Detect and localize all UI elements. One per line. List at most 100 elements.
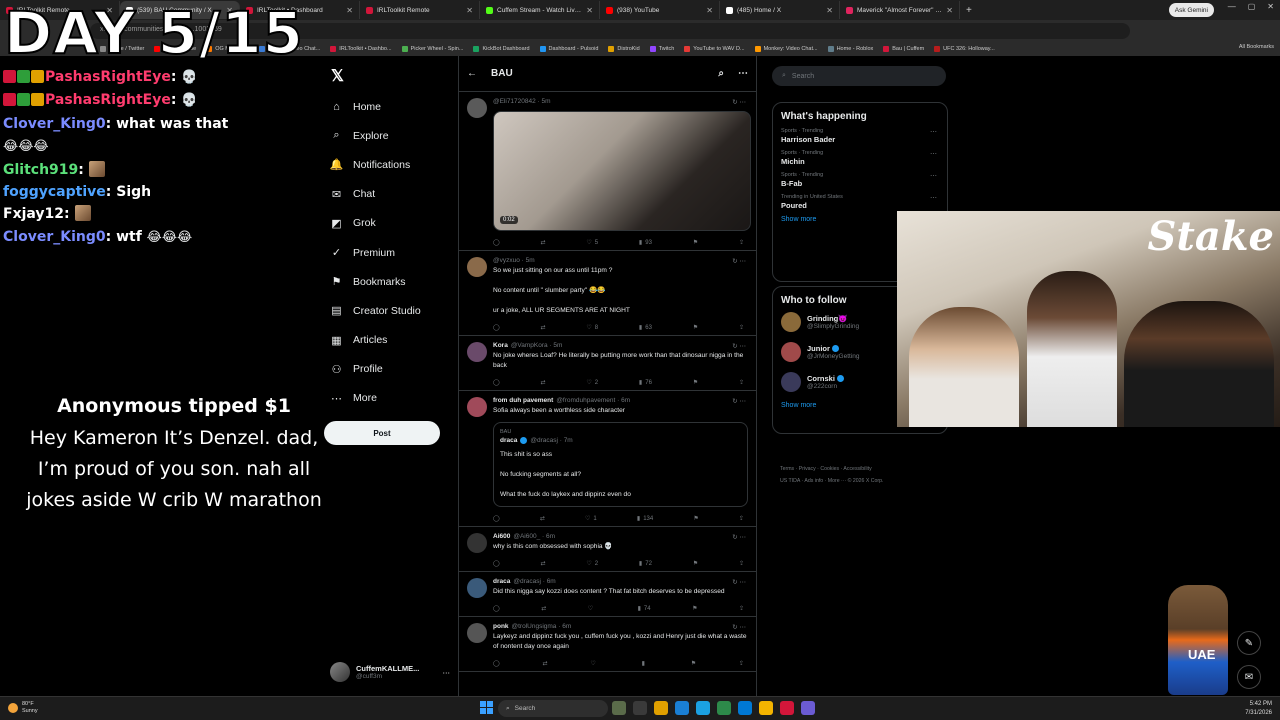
share-icon[interactable]: ⇪ — [739, 515, 744, 522]
tweet[interactable]: ↻ ⋯ from duh pavement @fromduhpavement · 6… — [459, 391, 756, 527]
quoted-tweet[interactable]: BAU draca @dracasj · 7m This shit is so ass… — [493, 422, 748, 507]
trend-item[interactable]: Sports · Trending Harrison Bader ⋯ — [781, 128, 939, 144]
close-window-icon[interactable]: ✕ — [1267, 2, 1274, 11]
tweet-handle[interactable]: @Ai600_ · 6m — [513, 533, 555, 540]
retweet-icon[interactable]: ⇄ — [540, 515, 545, 522]
like-button[interactable]: ♡ 2 — [586, 379, 598, 387]
tweet-avatar[interactable] — [467, 397, 487, 417]
task-view-icon[interactable] — [633, 701, 647, 715]
nav-item-articles[interactable]: ▦ Articles — [330, 326, 455, 355]
tweet[interactable]: ↻ ⋯ Ai600 @Ai600_ · 6m why is this com obse… — [459, 527, 756, 572]
nav-item-more[interactable]: ⋯ More — [330, 384, 455, 413]
tweet-avatar[interactable] — [467, 98, 487, 118]
tab-close-icon[interactable]: ✕ — [346, 6, 353, 15]
nav-item-premium[interactable]: ✓ Premium — [330, 238, 455, 267]
tweet-avatar[interactable] — [467, 623, 487, 643]
trend-more-icon[interactable]: ⋯ — [930, 194, 937, 202]
trend-item[interactable]: Sports · Trending Michin ⋯ — [781, 150, 939, 166]
tweet-handle[interactable]: @Eli71720842 · 5m — [493, 98, 551, 105]
discord-icon[interactable] — [801, 701, 815, 715]
system-clock[interactable]: 5:42 PM 7/31/2026 — [1245, 700, 1272, 718]
retweet-icon[interactable]: ⇄ — [543, 660, 548, 667]
bookmark-item[interactable]: UFC 326: Holloway... — [934, 46, 995, 52]
trend-item[interactable]: Trending in United States Poured ⋯ — [781, 194, 939, 210]
like-button[interactable]: ♡ — [588, 605, 596, 612]
bookmark-item[interactable]: Monkey: Video Chat... — [754, 46, 818, 52]
retweet-icon[interactable]: ⇄ — [541, 379, 546, 386]
tab-close-icon[interactable]: ✕ — [586, 6, 593, 15]
nav-item-notifications[interactable]: 🔔 Notifications — [330, 150, 455, 179]
tweet[interactable]: ↻ ⋯ ponk @trolUngsigma · 6m Laykeyz and dip… — [459, 617, 756, 672]
tweet-more-icon[interactable]: ↻ ⋯ — [732, 578, 746, 586]
tweet[interactable]: ↻ ⋯ Kora @VampKora · 5m No joke wheres Loaf… — [459, 336, 756, 391]
tab-close-icon[interactable]: ✕ — [706, 6, 713, 15]
views-button[interactable]: ▮ 72 — [639, 560, 652, 568]
views-button[interactable]: ▮ 134 — [637, 515, 653, 523]
reply-icon[interactable]: ◯ — [493, 324, 500, 331]
views-button[interactable]: ▮ 93 — [639, 239, 652, 247]
reply-icon[interactable]: ◯ — [493, 515, 500, 522]
ask-gemini-button[interactable]: Ask Gemini — [1168, 3, 1214, 17]
retweet-icon[interactable]: ⇄ — [541, 324, 546, 331]
tweet-author-name[interactable]: draca — [493, 578, 510, 585]
like-button[interactable]: ♡ — [590, 660, 598, 667]
bookmark-icon[interactable]: ⚑ — [691, 660, 696, 667]
new-tab-button[interactable]: + — [960, 5, 978, 16]
tweet-avatar[interactable] — [467, 257, 487, 277]
tweet[interactable]: ↻ ⋯ draca @dracasj · 6m Did this nigga say … — [459, 572, 756, 617]
nav-item-explore[interactable]: ⌕ Explore — [330, 121, 455, 150]
trend-item[interactable]: Sports · Trending B-Fab ⋯ — [781, 172, 939, 188]
trend-more-icon[interactable]: ⋯ — [930, 150, 937, 158]
tweet[interactable]: ↻ ⋯ @vyzxuo · 5m So we just sitting on our… — [459, 251, 756, 336]
taskbar-search[interactable]: ⌕ Search — [498, 700, 608, 717]
store-icon[interactable] — [696, 701, 710, 715]
game-app-icon[interactable] — [612, 701, 626, 715]
reply-icon[interactable]: ◯ — [493, 560, 500, 567]
browser-tab[interactable]: (938) YouTube ✕ — [600, 1, 720, 19]
trend-more-icon[interactable]: ⋯ — [930, 172, 937, 180]
tweet-handle[interactable]: @fromduhpavement · 6m — [556, 397, 630, 404]
tab-close-icon[interactable]: ✕ — [466, 6, 473, 15]
back-arrow-icon[interactable]: ← — [467, 68, 477, 79]
share-icon[interactable]: ⇪ — [739, 324, 744, 331]
reply-icon[interactable]: ◯ — [493, 660, 500, 667]
tweet-more-icon[interactable]: ↻ ⋯ — [732, 257, 746, 265]
all-bookmarks-button[interactable]: All Bookmarks — [1239, 44, 1274, 50]
bookmark-item[interactable]: YouTube to WAV D... — [684, 46, 745, 52]
nav-item-chat[interactable]: ✉ Chat — [330, 180, 455, 209]
nav-item-creator-studio[interactable]: ▤ Creator Studio — [330, 296, 455, 325]
tab-close-icon[interactable]: ✕ — [946, 6, 953, 15]
browser-tab[interactable]: (485) Home / X ✕ — [720, 1, 840, 19]
windows-start-icon[interactable] — [480, 701, 493, 714]
tweet-author-name[interactable]: Kora — [493, 342, 508, 349]
more-options-icon[interactable]: ⋯ — [738, 68, 748, 79]
browser-tab[interactable]: Cuffem Stream - Watch Live on ✕ — [480, 1, 600, 19]
share-icon[interactable]: ⇪ — [739, 560, 744, 567]
bookmark-icon[interactable]: ⚑ — [693, 379, 698, 386]
footer-line[interactable]: US TIDA · Ads info · More ··· © 2026 X C… — [780, 475, 940, 487]
tweet-author-name[interactable]: from duh pavement — [493, 397, 553, 404]
bookmark-item[interactable]: Bau | Cuffem — [883, 46, 924, 52]
maximize-icon[interactable]: ▢ — [1248, 2, 1256, 11]
nav-item-home[interactable]: ⌂ Home — [330, 92, 455, 121]
reply-icon[interactable]: ◯ — [493, 379, 500, 386]
tweet-more-icon[interactable]: ↻ ⋯ — [732, 623, 746, 631]
tweet-author-name[interactable]: ponk — [493, 623, 509, 630]
tweet-more-icon[interactable]: ↻ ⋯ — [732, 397, 746, 405]
views-button[interactable]: ▮ — [642, 660, 648, 667]
edge-icon[interactable] — [675, 701, 689, 715]
reply-icon[interactable]: ◯ — [493, 239, 500, 246]
trend-more-icon[interactable]: ⋯ — [930, 128, 937, 136]
views-button[interactable]: ▮ 76 — [639, 379, 652, 387]
tab-close-icon[interactable]: ✕ — [826, 6, 833, 15]
tweet-avatar[interactable] — [467, 533, 487, 553]
share-icon[interactable]: ⇪ — [739, 379, 744, 386]
account-more-icon[interactable]: ⋯ — [443, 668, 451, 677]
retweet-icon[interactable]: ⇄ — [541, 560, 546, 567]
retweet-icon[interactable]: ⇄ — [541, 605, 546, 612]
share-icon[interactable]: ⇪ — [739, 239, 744, 246]
tweet-handle[interactable]: @dracasj · 6m — [513, 578, 555, 585]
mail-icon[interactable] — [738, 701, 752, 715]
browser-tab[interactable]: Maverick "Almost Forever" EP ✕ — [840, 1, 960, 19]
bookmark-item[interactable]: IRLToolkit • Dashbo... — [330, 46, 392, 52]
